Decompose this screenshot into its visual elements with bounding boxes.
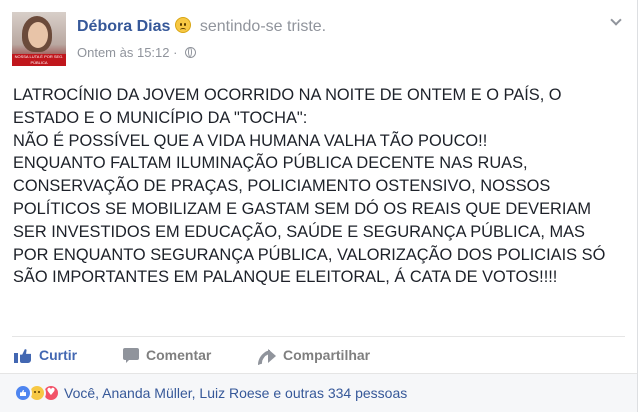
post-timestamp[interactable]: Ontem às 15:12: [77, 45, 170, 60]
reactions-summary-link[interactable]: Você, Ananda Müller, Luiz Roese e outras…: [64, 385, 407, 401]
author-avatar[interactable]: NOSSA LUTA É POR SEG. PÚBLICA: [12, 12, 66, 66]
chevron-down-icon[interactable]: [611, 16, 621, 26]
feeling-text: sentindo-se triste.: [199, 18, 327, 35]
action-bar: Curtir Comentar Compartilhar: [12, 337, 626, 373]
reactions-footer: Você, Ananda Müller, Luiz Roese e outras…: [0, 373, 637, 412]
comment-label: Comentar: [146, 347, 212, 363]
like-button[interactable]: Curtir: [14, 337, 77, 373]
share-label: Compartilhar: [283, 347, 371, 363]
avatar-caption: NOSSA LUTA É POR SEG. PÚBLICA: [12, 54, 66, 66]
comment-icon: [123, 348, 139, 363]
thumbs-up-icon: [14, 347, 32, 363]
post-card: NOSSA LUTA É POR SEG. PÚBLICA Débora Dia…: [0, 0, 638, 412]
sad-face-icon: [175, 17, 192, 33]
share-arrow-icon: [258, 349, 276, 363]
globe-icon[interactable]: [185, 47, 197, 58]
author-name[interactable]: Débora Dias: [77, 18, 170, 35]
comment-button[interactable]: Comentar: [123, 337, 211, 373]
post-meta: Ontem às 15:12 ·: [77, 45, 197, 61]
post-header: Débora Dias sentindo-se triste.: [77, 17, 326, 37]
like-reaction-icon[interactable]: [14, 384, 32, 402]
like-label: Curtir: [39, 347, 78, 363]
meta-separator: ·: [173, 45, 178, 60]
share-button[interactable]: Compartilhar: [258, 337, 370, 373]
post-body-text: LATROCÍNIO DA JOVEM OCORRIDO NA NOITE DE…: [13, 86, 606, 287]
